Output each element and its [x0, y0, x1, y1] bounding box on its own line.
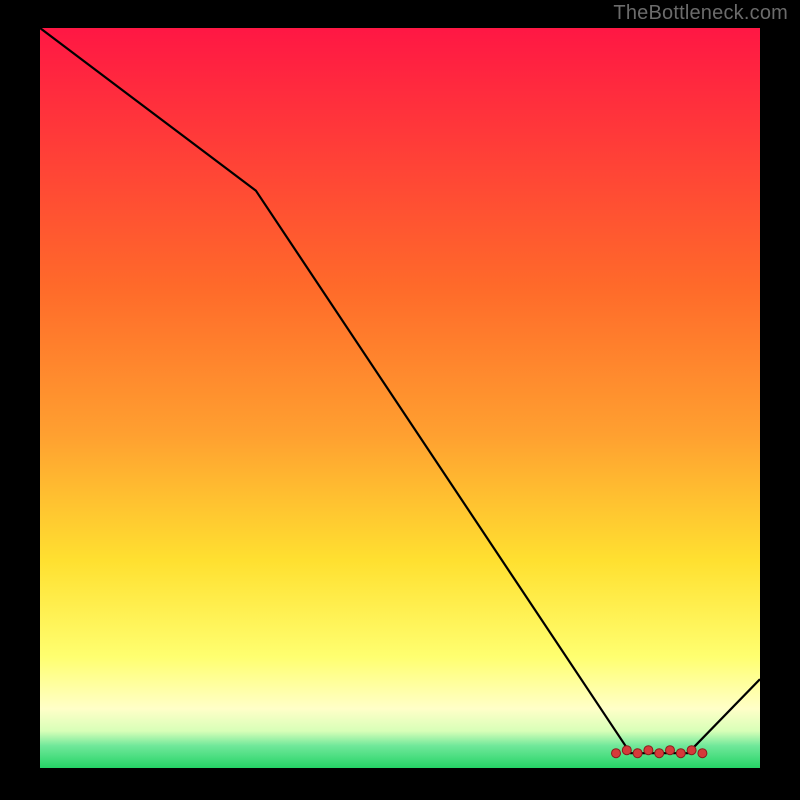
- optimal-marker: [633, 749, 642, 758]
- attribution-text: TheBottleneck.com: [613, 2, 788, 25]
- optimal-marker: [687, 746, 696, 755]
- bottleneck-chart: [40, 28, 760, 768]
- optimal-marker: [666, 746, 675, 755]
- plot-area: [40, 28, 760, 768]
- optimal-marker: [612, 749, 621, 758]
- optimal-marker: [644, 746, 653, 755]
- optimal-marker: [698, 749, 707, 758]
- optimal-marker: [655, 749, 664, 758]
- optimal-marker: [622, 746, 631, 755]
- gradient-background: [40, 28, 760, 768]
- optimal-marker: [676, 749, 685, 758]
- chart-frame: TheBottleneck.com: [0, 0, 800, 800]
